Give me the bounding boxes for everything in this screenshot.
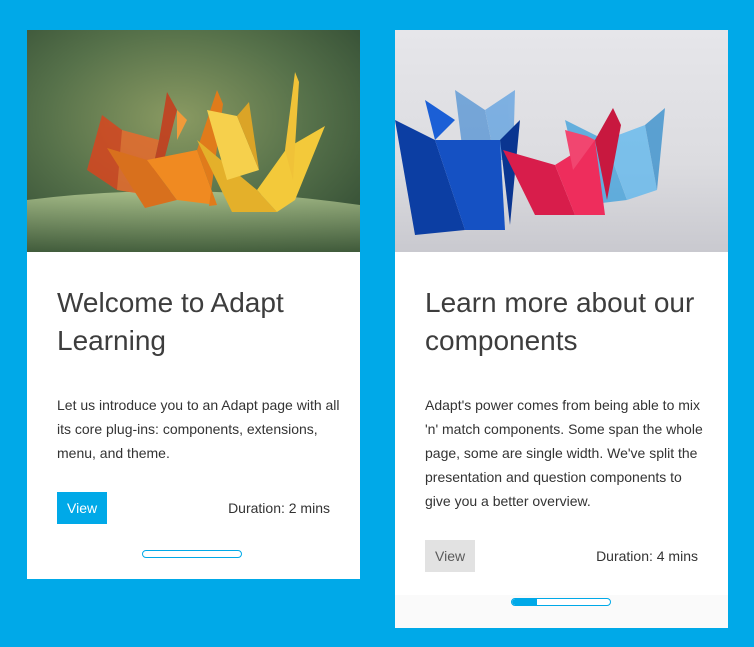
card-image-origami-cool xyxy=(395,30,728,252)
card-title: Learn more about our components xyxy=(425,287,695,356)
card-title: Welcome to Adapt Learning xyxy=(57,287,284,356)
progress-bar xyxy=(511,598,611,606)
card-image-origami-warm xyxy=(27,30,360,252)
view-button[interactable]: View xyxy=(57,492,107,524)
card-description: Let us introduce you to an Adapt page wi… xyxy=(57,397,340,461)
duration-label: Duration: 4 mins xyxy=(596,548,698,564)
menu-item-card: Learn more about our components Adapt's … xyxy=(395,30,728,628)
menu-item-card: Welcome to Adapt Learning Let us introdu… xyxy=(27,30,360,579)
progress-bar-fill xyxy=(512,599,537,605)
duration-label: Duration: 2 mins xyxy=(228,500,330,516)
card-description: Adapt's power comes from being able to m… xyxy=(425,397,703,509)
progress-bar xyxy=(142,550,242,558)
view-button[interactable]: View xyxy=(425,540,475,572)
